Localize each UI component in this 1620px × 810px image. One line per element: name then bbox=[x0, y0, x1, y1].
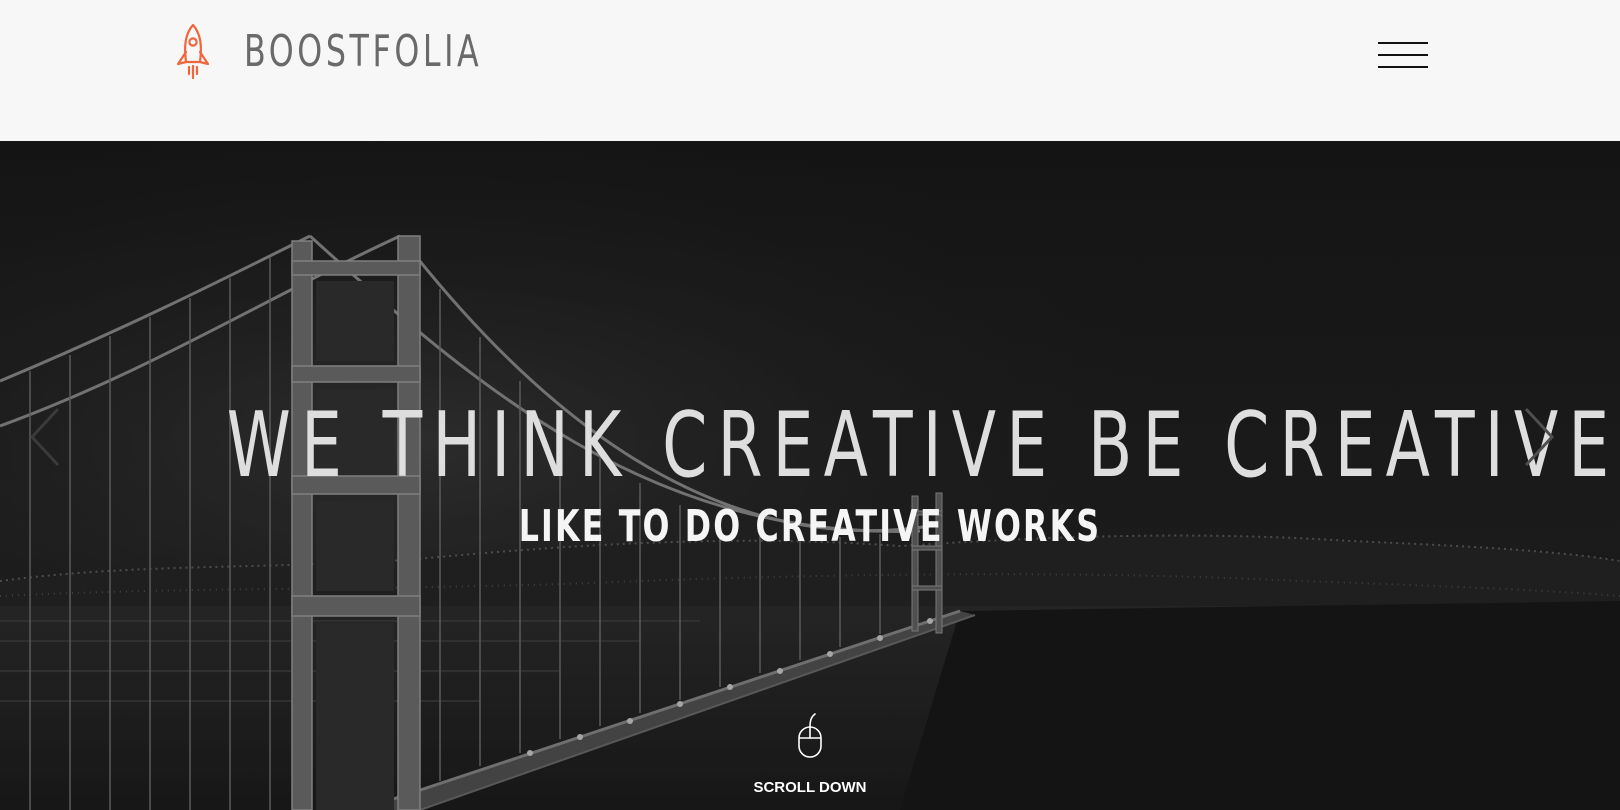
slider-next-button[interactable] bbox=[1518, 405, 1558, 469]
chevron-right-icon bbox=[1524, 407, 1555, 467]
chevron-left-icon bbox=[29, 407, 60, 467]
rocket-icon bbox=[176, 23, 210, 80]
site-header: BOOSTFOLIA bbox=[0, 0, 1620, 141]
hamburger-menu-icon bbox=[1378, 42, 1428, 44]
hero-headline: WE THINK CREATIVE BE CREATIVE bbox=[226, 393, 1620, 498]
hero-subline: LIKE TO DO CREATIVE WORKS bbox=[518, 501, 1102, 552]
scroll-down-label: SCROLL DOWN bbox=[753, 779, 867, 796]
scroll-down-button[interactable]: SCROLL DOWN bbox=[710, 713, 910, 803]
menu-button[interactable] bbox=[1378, 42, 1428, 70]
logo[interactable]: BOOSTFOLIA bbox=[172, 22, 575, 82]
hero-slider: WE THINK CREATIVE BE CREATIVE LIKE TO DO… bbox=[0, 141, 1620, 810]
slider-prev-button[interactable] bbox=[26, 405, 66, 469]
mouse-icon bbox=[798, 713, 822, 758]
brand-name: BOOSTFOLIA bbox=[244, 26, 483, 77]
